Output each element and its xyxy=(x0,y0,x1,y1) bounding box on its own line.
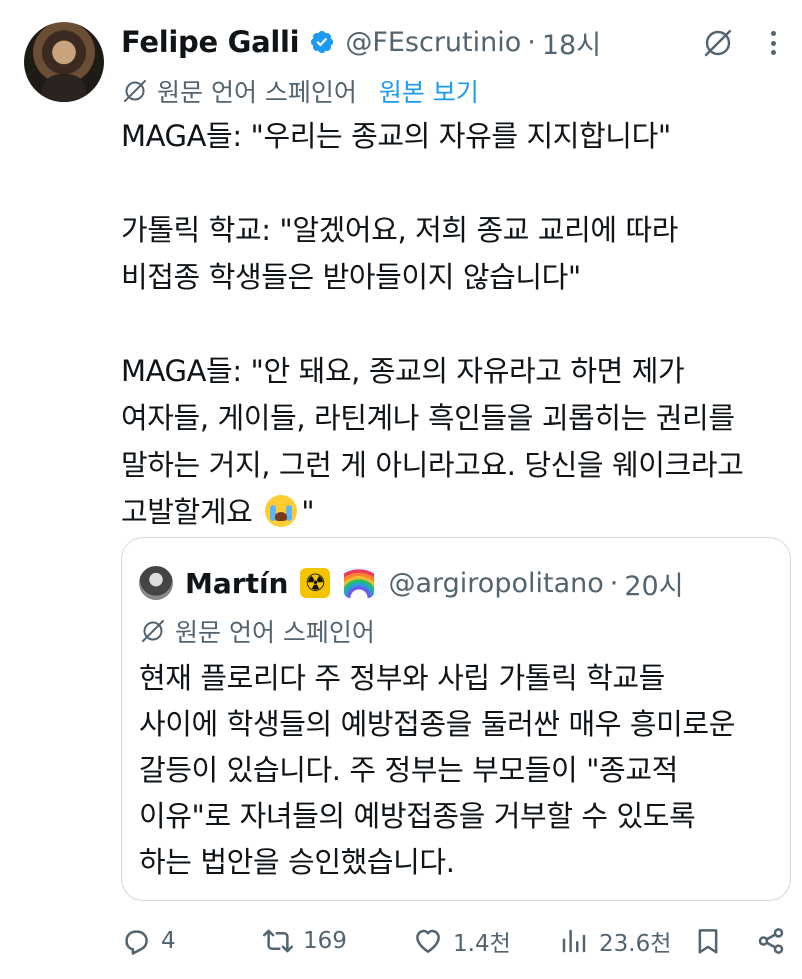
repost-icon xyxy=(263,929,293,953)
quoted-tweet-line: 현재 플로리다 주 정부와 사립 가톨릭 학교들 xyxy=(139,661,665,695)
tweet-timestamp[interactable]: 18시 xyxy=(542,23,601,62)
views-button[interactable]: 23.6천 xyxy=(559,916,671,966)
author-avatar[interactable] xyxy=(24,22,104,102)
header-separator: · xyxy=(527,26,536,58)
quoted-tweet-header: Martín @argiropolitano · 20시 xyxy=(139,563,684,603)
tweet-line: 말하는 거지, 그런 게 아니라고요. 당신을 웨이크라고 xyxy=(121,448,744,482)
more-options-icon[interactable] xyxy=(762,28,784,58)
tweet-line: 여자들, 게이들, 라틴계나 흑인들을 괴롭히는 권리를 xyxy=(121,401,735,435)
share-icon xyxy=(758,928,784,954)
reply-icon xyxy=(125,930,148,955)
tweet-line-quote-mark: " xyxy=(301,495,315,529)
grok-icon[interactable] xyxy=(700,25,736,61)
reply-count: 4 xyxy=(161,928,176,954)
author-name[interactable]: Felipe Galli xyxy=(121,25,300,59)
verified-badge-icon xyxy=(311,30,334,54)
like-button[interactable]: 1.4천 xyxy=(413,916,511,966)
show-original-link[interactable]: 원본 보기 xyxy=(379,73,479,109)
tweet-line: 고발할게요 " xyxy=(121,489,791,536)
tweet-header: Felipe Galli @FEscrutinio · 18시 xyxy=(121,22,601,62)
translation-notice: 원문 언어 스페인어 원본 보기 xyxy=(121,74,479,108)
tweet-action-bar: 4 169 1.4천 23.6천 xyxy=(121,916,791,966)
quoted-translation-language-label: 원문 언어 스페인어 xyxy=(175,618,375,647)
tweet-line: 비접종 학생들은 받아들이지 않습니다" xyxy=(121,260,581,294)
tweet-line-text: 고발할게요 xyxy=(121,495,253,529)
view-count: 23.6천 xyxy=(599,931,672,957)
translate-icon xyxy=(124,80,146,102)
quoted-tweet-line: 이유"로 자녀들의 예방접종을 거부할 수 있도록 xyxy=(139,799,696,833)
share-button[interactable] xyxy=(756,916,786,966)
bookmark-icon xyxy=(698,929,718,954)
quoted-author-name[interactable]: Martín xyxy=(185,567,288,600)
quoted-tweet-card[interactable]: Martín @argiropolitano · 20시 원문 언어 스페인어 … xyxy=(121,537,791,901)
tweet-line: MAGA들: "우리는 종교의 자유를 지지합니다" xyxy=(121,119,671,153)
tweet-line: 가톨릭 학교: "알겠어요, 저희 종교 교리에 따라 xyxy=(121,213,679,247)
quoted-translation-notice: 원문 언어 스페인어 xyxy=(139,614,375,648)
rainbow-emoji-icon xyxy=(344,568,375,598)
translation-language-label: 원문 언어 스페인어 xyxy=(157,78,357,107)
radioactive-emoji-icon xyxy=(300,568,331,598)
translate-icon xyxy=(142,620,164,642)
repost-count: 169 xyxy=(303,928,347,954)
views-icon xyxy=(562,929,586,953)
tweet-body: MAGA들: "우리는 종교의 자유를 지지합니다" 가톨릭 학교: "알겠어요… xyxy=(121,113,791,536)
quoted-tweet-line: 갈등이 있습니다. 주 정부는 부모들이 "종교적 xyxy=(139,753,678,787)
quoted-header-separator: · xyxy=(609,567,619,599)
quoted-tweet-line: 사이에 학생들의 예방접종을 둘러싼 매우 흥미로운 xyxy=(139,707,735,741)
quoted-author-handle[interactable]: @argiropolitano xyxy=(388,568,603,599)
heart-icon xyxy=(416,929,440,953)
reply-button[interactable]: 4 xyxy=(121,916,176,966)
bookmark-button[interactable] xyxy=(693,916,723,966)
quoted-tweet-timestamp[interactable]: 20시 xyxy=(624,564,683,603)
crying-face-emoji-icon xyxy=(265,495,298,527)
like-count: 1.4천 xyxy=(453,931,511,957)
author-handle[interactable]: @FEscrutinio xyxy=(345,27,521,58)
tweet-line: MAGA들: "안 돼요, 종교의 자유라고 하면 제가 xyxy=(121,354,685,388)
quoted-tweet-body: 현재 플로리다 주 정부와 사립 가톨릭 학교들 사이에 학생들의 예방접종을 … xyxy=(139,655,779,885)
quoted-author-avatar[interactable] xyxy=(139,566,173,600)
repost-button[interactable]: 169 xyxy=(263,916,347,966)
quoted-tweet-line: 하는 법안을 승인했습니다. xyxy=(139,845,455,879)
